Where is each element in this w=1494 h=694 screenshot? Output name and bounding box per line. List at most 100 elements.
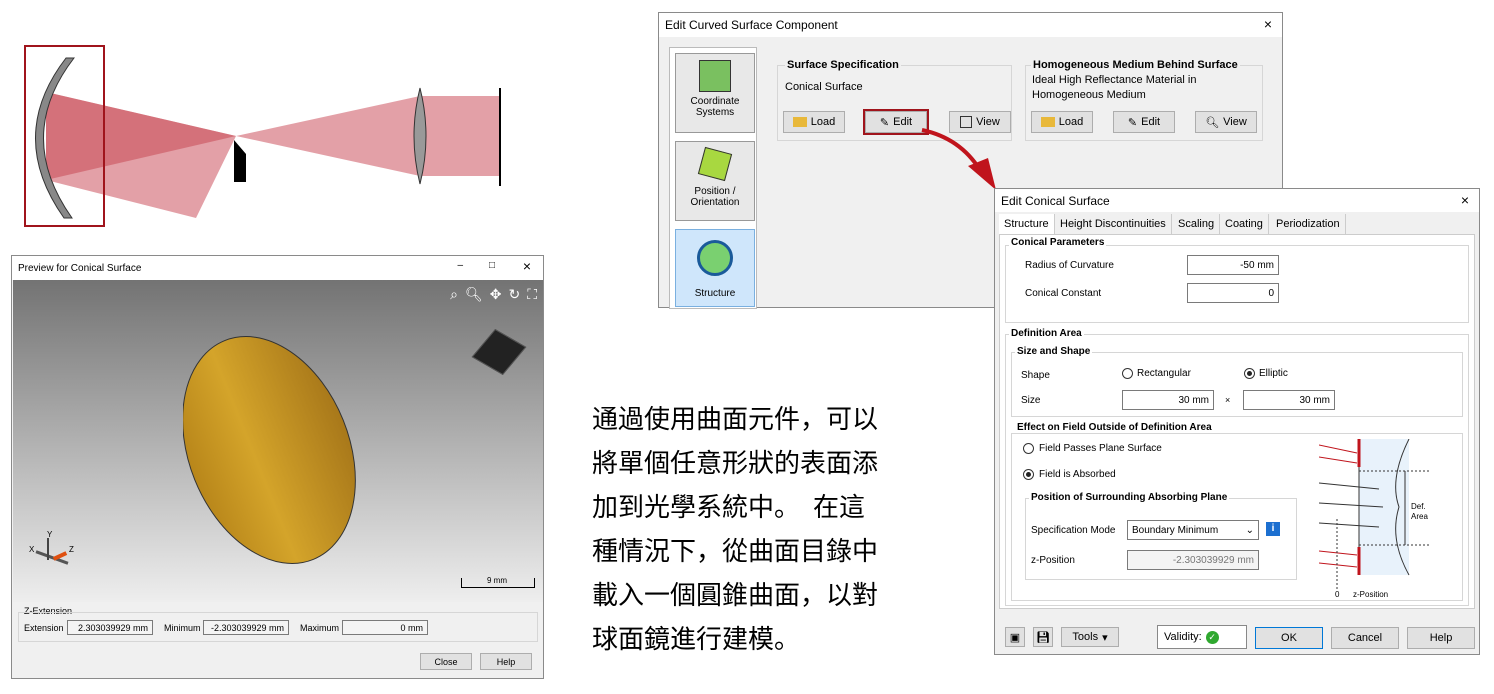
times-sign: × [1225,395,1231,405]
tab-strip: Structure Height Discontinuities Scaling… [999,214,1346,234]
caption-line: 種情況下，從曲面目錄中 [592,537,879,567]
field-absorbed-radio[interactable] [1023,469,1034,480]
sidebar-label: Coordinate [690,96,740,107]
rectangular-radio[interactable] [1122,368,1133,379]
elliptic-label: Elliptic [1259,368,1288,379]
ok-button[interactable]: OK [1255,627,1323,649]
size-shape-header: Size and Shape [1015,346,1093,357]
field-absorbed-label: Field is Absorbed [1039,469,1116,480]
close-window-button[interactable]: × [1264,16,1272,32]
maximum-label: Maximum [300,623,340,633]
help-button[interactable]: Help [1407,627,1475,649]
info-icon[interactable]: i [1266,522,1280,536]
conical-title: Edit Conical Surface [1001,193,1110,208]
fit-view-icon[interactable]: ⛶ [527,286,537,303]
size-x-field[interactable]: 30 mm [1122,390,1214,410]
medium-load-button[interactable]: Load [1031,111,1093,133]
curved-titlebar: Edit Curved Surface Component × [659,13,1282,37]
close-button[interactable]: Close [420,653,472,670]
minimum-field: -2.303039929 mm [203,620,289,635]
conical-titlebar: Edit Conical Surface × [995,189,1479,212]
rotate-icon[interactable]: ↻ [508,286,520,303]
zero-label: 0 [1335,590,1340,599]
constant-field[interactable]: 0 [1187,283,1279,303]
elliptic-radio[interactable] [1244,368,1255,379]
caption-line: 載入一個圓錐曲面，以對 [592,581,879,611]
folder-icon [1040,117,1055,127]
close-window-button[interactable]: × [1461,192,1469,208]
size-label: Size [1021,395,1041,406]
zoom-window-icon[interactable]: ⌕ [450,286,458,303]
caption-line: 將單個任意形狀的表面添 [592,449,879,479]
shape-label: Shape [1021,370,1050,381]
minimum-label: Minimum [164,623,201,633]
tools-button[interactable]: Tools ▾ [1061,627,1119,647]
z-position-field: -2.303039929 mm [1127,550,1259,570]
spec-mode-value: Boundary Minimum [1132,524,1219,536]
field-passes-label: Field Passes Plane Surface [1039,443,1162,454]
conical-params-header: Conical Parameters [1009,237,1107,248]
position-plane-header: Position of Surrounding Absorbing Plane [1029,492,1230,503]
cancel-button[interactable]: Cancel [1331,627,1399,649]
orientation-cube-icon[interactable] [471,328,527,376]
field-passes-radio[interactable] [1023,443,1034,454]
sidebar-item-structure[interactable]: Structure [675,229,755,307]
close-window-button[interactable]: × [523,258,531,274]
radius-label: Radius of Curvature [1025,260,1114,271]
constant-label: Conical Constant [1025,288,1102,299]
pencil-icon: ✎ [879,116,890,129]
size-y-field[interactable]: 30 mm [1243,390,1335,410]
maximum-field: 0 mm [342,620,428,635]
view-icon[interactable]: ▣ [1005,627,1025,647]
tab-coating[interactable]: Coating [1220,214,1269,234]
button-label: Load [1058,116,1084,128]
size-shape-group [1011,352,1463,417]
z-axis-label: Z [69,545,74,554]
sidebar-label: Orientation [690,197,740,208]
tab-height-discontinuities[interactable]: Height Discontinuities [1055,214,1172,234]
caption-line: 加到光學系統中。 在這 [592,493,866,523]
absorbing-plane-diagram: Def. Area 0 z-Position [1319,439,1429,599]
sidebar-label: Systems [695,107,735,118]
tab-scaling[interactable]: Scaling [1173,214,1221,234]
button-label: Load [810,116,836,128]
chevron-down-icon: ⌄ [1245,524,1254,536]
sidebar-label: Structure [694,288,736,299]
sidebar-label: Position / [694,186,736,197]
medium-view-button[interactable]: 🔍︎ View [1195,111,1257,133]
z-position-label: z-Position [1031,555,1075,566]
button-label: Edit [1141,116,1161,128]
preview-window: Preview for Conical Surface – □ × ⌕ 🔍︎ ✥… [11,255,544,679]
x-axis-label: X [29,545,35,554]
tab-structure[interactable]: Structure [999,214,1055,234]
tab-periodization[interactable]: Periodization [1271,214,1346,234]
magnifier-icon: 🔍︎ [1205,116,1220,129]
maximize-button[interactable]: □ [489,260,495,271]
folder-icon [792,117,807,127]
chevron-down-icon: ▾ [1102,631,1108,644]
medium-header: Homogeneous Medium Behind Surface [1031,59,1240,71]
extension-label: Extension [24,623,64,633]
caption-line: 球面鏡進行建模。 [592,625,801,655]
help-button[interactable]: Help [480,653,532,670]
scale-label: 9 mm [487,576,507,585]
sidebar-item-position[interactable]: Position / Orientation [675,141,755,221]
minimize-button[interactable]: – [457,260,463,271]
medium-edit-button[interactable]: ✎ Edit [1113,111,1175,133]
save-icon[interactable]: 💾︎ [1033,627,1053,647]
surface-load-button[interactable]: Load [783,111,845,133]
surface-spec-value: Conical Surface [785,81,863,93]
sidebar-item-coordinate-systems[interactable]: Coordinate Systems [675,53,755,133]
conical-surface-ellipse [183,336,356,564]
medium-line2: Homogeneous Medium [1032,89,1146,101]
tools-label: Tools [1072,631,1099,643]
spec-mode-select[interactable]: Boundary Minimum ⌄ [1127,520,1259,540]
surface-spec-header: Surface Specification [785,59,901,71]
zoom-icon[interactable]: 🔍︎ [465,286,483,303]
coordinate-icon [699,60,731,92]
3d-viewport[interactable]: ⌕ 🔍︎ ✥ ↻ ⛶ Y X Z 9 mm [13,280,543,602]
radius-field[interactable]: -50 mm [1187,255,1279,275]
edit-conical-surface-window: Edit Conical Surface × Structure Height … [994,188,1480,655]
validity-label: Validity: [1164,631,1202,643]
pan-icon[interactable]: ✥ [490,286,502,303]
